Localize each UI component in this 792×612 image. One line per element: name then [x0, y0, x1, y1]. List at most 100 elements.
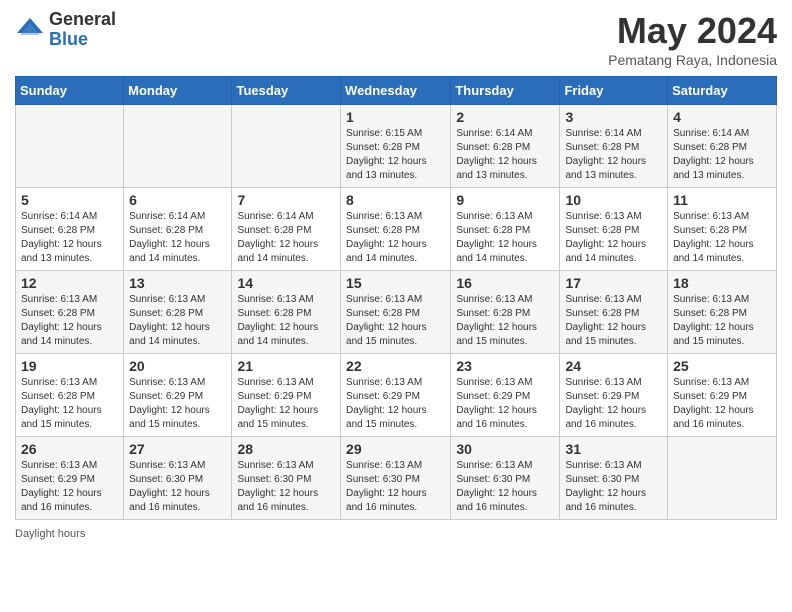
day-info: Sunrise: 6:14 AM Sunset: 6:28 PM Dayligh… — [565, 127, 662, 183]
day-info: Sunrise: 6:13 AM Sunset: 6:28 PM Dayligh… — [346, 293, 445, 349]
calendar-cell: 31 Sunrise: 6:13 AM Sunset: 6:30 PM Dayli… — [560, 437, 668, 520]
logo: General Blue — [15, 10, 116, 50]
day-number: 9 — [456, 192, 554, 208]
day-number: 25 — [673, 358, 771, 374]
calendar-cell: 15Sunrise: 6:13 AM Sunset: 6:28 PM Dayli… — [341, 271, 451, 354]
day-number: 10 — [565, 192, 662, 208]
day-info: Sunrise: 6:13 AM Sunset: 6:29 PM Dayligh… — [565, 376, 662, 432]
day-number: 24 — [565, 358, 662, 374]
calendar-cell: 6 Sunrise: 6:14 AM Sunset: 6:28 PM Daylig… — [124, 188, 232, 271]
calendar-cell: 28 Sunrise: 6:13 AM Sunset: 6:30 PM Dayli… — [232, 437, 341, 520]
title-area: May 2024 Pematang Raya, Indonesia — [608, 10, 777, 68]
day-info: Sunrise: 6:13 AM Sunset: 6:28 PM Dayligh… — [673, 210, 771, 266]
day-number: 30 — [456, 441, 554, 457]
logo-general-text: General — [49, 10, 116, 30]
header: General Blue May 2024 Pematang Raya, Ind… — [15, 10, 777, 68]
calendar-cell: 10 Sunrise: 6:13 AM Sunset: 6:28 PM Dayli… — [560, 188, 668, 271]
calendar-cell: 4Sunrise: 6:14 AM Sunset: 6:28 PM Daylig… — [668, 105, 777, 188]
calendar-cell: 16 Sunrise: 6:13 AM Sunset: 6:28 PM Dayli… — [451, 271, 560, 354]
day-info: Sunrise: 6:13 AM Sunset: 6:30 PM Dayligh… — [129, 459, 226, 515]
calendar-cell: 5 Sunrise: 6:14 AM Sunset: 6:28 PM Daylig… — [16, 188, 124, 271]
month-title: May 2024 — [608, 10, 777, 52]
calendar-cell: 20 Sunrise: 6:13 AM Sunset: 6:29 PM Dayli… — [124, 354, 232, 437]
location: Pematang Raya, Indonesia — [608, 52, 777, 68]
calendar-header: SundayMondayTuesdayWednesdayThursdayFrid… — [16, 77, 777, 105]
calendar-cell: 25 Sunrise: 6:13 AM Sunset: 6:29 PM Dayli… — [668, 354, 777, 437]
day-info: Sunrise: 6:13 AM Sunset: 6:28 PM Dayligh… — [346, 210, 445, 266]
calendar-cell: 24 Sunrise: 6:13 AM Sunset: 6:29 PM Dayli… — [560, 354, 668, 437]
logo-icon — [15, 15, 45, 45]
calendar-cell: 22Sunrise: 6:13 AM Sunset: 6:29 PM Dayli… — [341, 354, 451, 437]
calendar-cell — [232, 105, 341, 188]
calendar-cell: 3 Sunrise: 6:14 AM Sunset: 6:28 PM Daylig… — [560, 105, 668, 188]
day-number: 8 — [346, 192, 445, 208]
day-info: Sunrise: 6:13 AM Sunset: 6:28 PM Dayligh… — [21, 376, 118, 432]
day-number: 12 — [21, 275, 118, 291]
day-number: 13 — [129, 275, 226, 291]
calendar-cell: 8 Sunrise: 6:13 AM Sunset: 6:28 PM Daylig… — [341, 188, 451, 271]
day-number: 17 — [565, 275, 662, 291]
day-number: 19 — [21, 358, 118, 374]
logo-blue-text: Blue — [49, 30, 116, 50]
calendar-cell: 23 Sunrise: 6:13 AM Sunset: 6:29 PM Dayli… — [451, 354, 560, 437]
day-info: Sunrise: 6:13 AM Sunset: 6:30 PM Dayligh… — [456, 459, 554, 515]
daylight-label: Daylight hours — [15, 528, 85, 540]
day-number: 21 — [237, 358, 335, 374]
day-info: Sunrise: 6:13 AM Sunset: 6:29 PM Dayligh… — [129, 376, 226, 432]
calendar-body: 1Sunrise: 6:15 AM Sunset: 6:28 PM Daylig… — [16, 105, 777, 520]
calendar-cell: 26Sunrise: 6:13 AM Sunset: 6:29 PM Dayli… — [16, 437, 124, 520]
day-info: Sunrise: 6:13 AM Sunset: 6:30 PM Dayligh… — [565, 459, 662, 515]
day-number: 1 — [346, 109, 445, 125]
day-number: 28 — [237, 441, 335, 457]
calendar-cell: 30 Sunrise: 6:13 AM Sunset: 6:30 PM Dayli… — [451, 437, 560, 520]
day-info: Sunrise: 6:14 AM Sunset: 6:28 PM Dayligh… — [129, 210, 226, 266]
calendar-cell: 21 Sunrise: 6:13 AM Sunset: 6:29 PM Dayli… — [232, 354, 341, 437]
logo-text: General Blue — [49, 10, 116, 50]
day-info: Sunrise: 6:13 AM Sunset: 6:29 PM Dayligh… — [456, 376, 554, 432]
calendar-cell — [668, 437, 777, 520]
day-number: 6 — [129, 192, 226, 208]
weekday-header-row: SundayMondayTuesdayWednesdayThursdayFrid… — [16, 77, 777, 105]
calendar-week-3: 12 Sunrise: 6:13 AM Sunset: 6:28 PM Dayli… — [16, 271, 777, 354]
calendar-cell: 13Sunrise: 6:13 AM Sunset: 6:28 PM Dayli… — [124, 271, 232, 354]
calendar-week-4: 19 Sunrise: 6:13 AM Sunset: 6:28 PM Dayli… — [16, 354, 777, 437]
page: General Blue May 2024 Pematang Raya, Ind… — [0, 0, 792, 612]
day-info: Sunrise: 6:13 AM Sunset: 6:28 PM Dayligh… — [237, 293, 335, 349]
calendar-week-2: 5 Sunrise: 6:14 AM Sunset: 6:28 PM Daylig… — [16, 188, 777, 271]
footer-note: Daylight hours — [15, 528, 777, 540]
day-number: 26 — [21, 441, 118, 457]
calendar-cell: 12Sunrise: 6:13 AM Sunset: 6:28 PM Dayli… — [16, 271, 124, 354]
day-number: 14 — [237, 275, 335, 291]
day-info: Sunrise: 6:13 AM Sunset: 6:28 PM Dayligh… — [565, 293, 662, 349]
weekday-header-thursday: Thursday — [451, 77, 560, 105]
day-info: Sunrise: 6:14 AM Sunset: 6:28 PM Dayligh… — [673, 127, 771, 183]
day-info: Sunrise: 6:13 AM Sunset: 6:30 PM Dayligh… — [237, 459, 335, 515]
day-info: Sunrise: 6:14 AM Sunset: 6:28 PM Dayligh… — [237, 210, 335, 266]
day-number: 5 — [21, 192, 118, 208]
day-info: Sunrise: 6:13 AM Sunset: 6:29 PM Dayligh… — [673, 376, 771, 432]
calendar-cell: 9Sunrise: 6:13 AM Sunset: 6:28 PM Daylig… — [451, 188, 560, 271]
day-info: Sunrise: 6:13 AM Sunset: 6:28 PM Dayligh… — [456, 293, 554, 349]
calendar-cell: 2Sunrise: 6:14 AM Sunset: 6:28 PM Daylig… — [451, 105, 560, 188]
day-number: 16 — [456, 275, 554, 291]
calendar-week-1: 1Sunrise: 6:15 AM Sunset: 6:28 PM Daylig… — [16, 105, 777, 188]
day-number: 31 — [565, 441, 662, 457]
calendar-cell: 11Sunrise: 6:13 AM Sunset: 6:28 PM Dayli… — [668, 188, 777, 271]
weekday-header-tuesday: Tuesday — [232, 77, 341, 105]
day-info: Sunrise: 6:14 AM Sunset: 6:28 PM Dayligh… — [21, 210, 118, 266]
day-number: 3 — [565, 109, 662, 125]
weekday-header-saturday: Saturday — [668, 77, 777, 105]
day-info: Sunrise: 6:13 AM Sunset: 6:30 PM Dayligh… — [346, 459, 445, 515]
calendar-cell: 17 Sunrise: 6:13 AM Sunset: 6:28 PM Dayli… — [560, 271, 668, 354]
day-number: 20 — [129, 358, 226, 374]
calendar-cell: 1Sunrise: 6:15 AM Sunset: 6:28 PM Daylig… — [341, 105, 451, 188]
calendar-cell — [124, 105, 232, 188]
day-number: 2 — [456, 109, 554, 125]
calendar-cell: 14 Sunrise: 6:13 AM Sunset: 6:28 PM Dayli… — [232, 271, 341, 354]
day-info: Sunrise: 6:13 AM Sunset: 6:28 PM Dayligh… — [565, 210, 662, 266]
calendar-table: SundayMondayTuesdayWednesdayThursdayFrid… — [15, 76, 777, 520]
day-info: Sunrise: 6:13 AM Sunset: 6:29 PM Dayligh… — [237, 376, 335, 432]
day-number: 23 — [456, 358, 554, 374]
calendar-cell: 19 Sunrise: 6:13 AM Sunset: 6:28 PM Dayli… — [16, 354, 124, 437]
calendar-cell: 27Sunrise: 6:13 AM Sunset: 6:30 PM Dayli… — [124, 437, 232, 520]
